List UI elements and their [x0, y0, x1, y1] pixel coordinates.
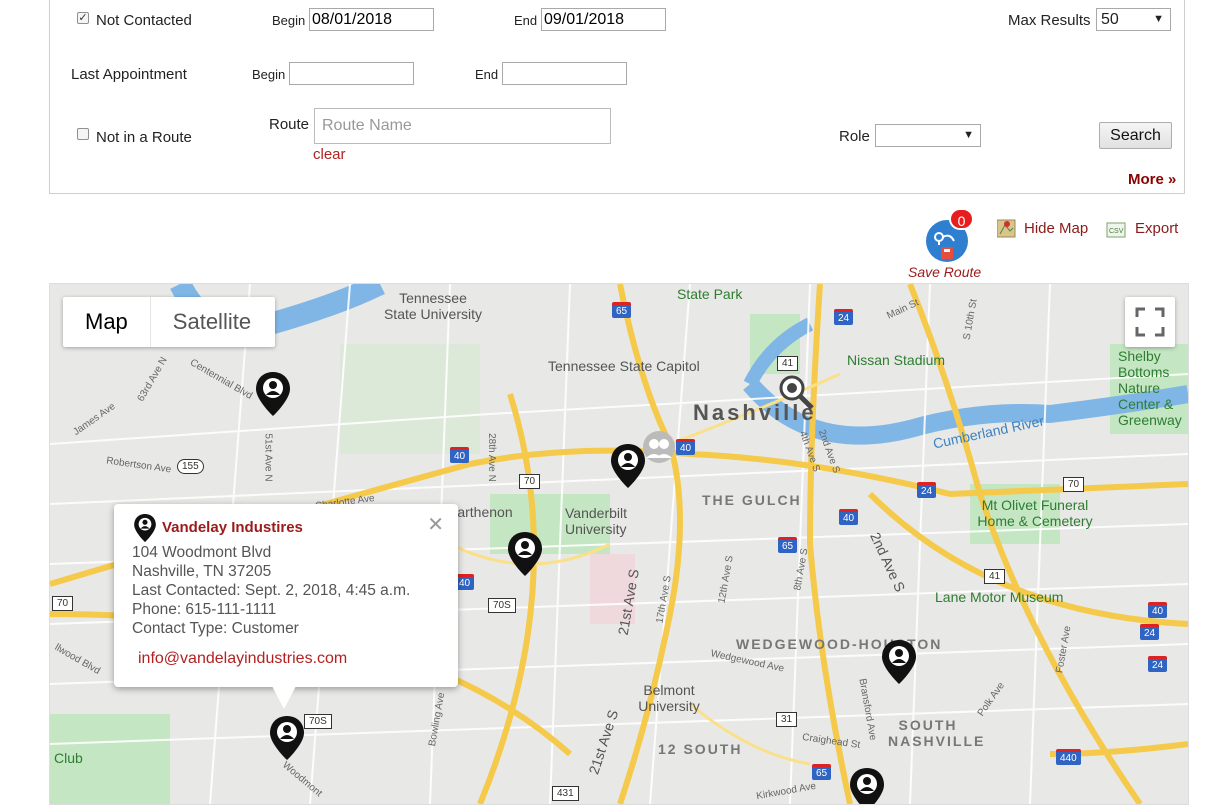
map-label-tsu: Tennessee State University	[383, 290, 483, 322]
info-contact-type: Contact Type: Customer	[132, 620, 299, 637]
shield-i24a: 24	[834, 309, 854, 325]
role-select[interactable]: ▼	[875, 124, 981, 147]
route-count-badge: 0	[949, 208, 974, 230]
more-link[interactable]: More »	[1128, 171, 1176, 188]
svg-text:CSV: CSV	[1109, 228, 1124, 235]
map-label-vanderbilt: Vanderbilt University	[565, 505, 628, 537]
info-last-contacted: Last Contacted: Sept. 2, 2018, 4:45 a.m.	[132, 582, 411, 599]
map-label-gulch: THE GULCH	[702, 492, 802, 508]
route-name-input[interactable]: Route Name	[314, 108, 611, 144]
chevron-down-icon: ▼	[963, 129, 974, 141]
shield-i24c: 24	[1140, 624, 1160, 640]
shield-r70a: 70	[519, 474, 541, 489]
shield-i40b: 40	[676, 439, 696, 455]
map-label-club: Club	[54, 750, 83, 766]
map-label-12south: 12 SOUTH	[658, 741, 743, 757]
not-in-route-checkbox[interactable]	[77, 128, 89, 140]
begin-label: Begin	[272, 13, 306, 28]
shield-i40a: 40	[450, 447, 470, 463]
shield-r41: 41	[777, 356, 799, 371]
shield-i24b: 24	[917, 482, 937, 498]
last-begin-input[interactable]	[289, 62, 414, 85]
satellite-tab[interactable]: Satellite	[151, 297, 273, 347]
hide-map-link[interactable]: Hide Map	[1024, 220, 1088, 237]
customer-pin-icon[interactable]	[256, 372, 290, 416]
map-label-28th: 28th Ave N	[485, 433, 497, 482]
map-label-olivet: Mt Olivet Funeral Home & Cemetery	[977, 497, 1093, 529]
customer-pin-icon[interactable]	[850, 768, 884, 805]
clear-link[interactable]: clear	[313, 146, 346, 163]
shield-i24d: 24	[1148, 656, 1168, 672]
shield-i40c: 40	[839, 509, 859, 525]
map-type-toggle: Map Satellite	[63, 297, 275, 347]
customer-pin-icon	[134, 514, 156, 542]
shield-i440: 440	[1056, 749, 1081, 765]
export-link[interactable]: Export	[1135, 220, 1178, 237]
info-window: Vandelay Industires ✕ 104 Woodmont Blvd …	[114, 504, 458, 709]
last-end-label: End	[475, 67, 499, 82]
map-label-51st: 51st Ave N	[262, 433, 274, 482]
max-results-select[interactable]: 50 ▼	[1096, 8, 1171, 31]
info-address: 104 Woodmont Blvd	[132, 544, 272, 561]
save-route-label[interactable]: Save Route	[908, 264, 981, 280]
shield-i40d: 40	[1148, 602, 1168, 618]
map-label-shelby: Shelby Bottoms Nature Center & Greenway	[1118, 348, 1182, 428]
search-button[interactable]: Search	[1099, 122, 1172, 149]
customer-pin-icon[interactable]	[508, 532, 542, 576]
customer-pin-icon[interactable]	[270, 716, 304, 760]
end-label: End	[514, 13, 538, 28]
search-area-icon[interactable]	[778, 374, 816, 412]
shield-i65c: 65	[812, 764, 832, 780]
close-icon[interactable]: ✕	[427, 512, 444, 537]
info-title[interactable]: Vandelay Industires	[162, 519, 303, 536]
shield-r70s2: 70S	[304, 714, 332, 729]
customer-pin-icon[interactable]	[882, 640, 916, 684]
role-label: Role	[839, 128, 870, 145]
info-city: Nashville, TN 37205	[132, 563, 272, 580]
shield-r31: 31	[776, 712, 798, 727]
shield-r70b: 70	[1063, 477, 1085, 492]
route-count: 0	[957, 213, 966, 229]
customer-pin-icon[interactable]	[611, 444, 645, 488]
last-begin-label: Begin	[252, 67, 286, 82]
map-label-south-nashville: SOUTH NASHVILLE	[888, 717, 986, 749]
shield-r70s: 70S	[488, 598, 516, 613]
map-label-capitol: Tennessee State Capitol	[548, 358, 700, 374]
info-email-link[interactable]: info@vandelayindustries.com	[138, 650, 347, 668]
shield-r41b: 41	[984, 569, 1006, 584]
export-csv-icon: CSV	[1106, 221, 1128, 239]
max-results-label: Max Results	[1008, 12, 1091, 29]
shield-r155: 155	[177, 459, 204, 474]
map-pin-icon	[996, 219, 1016, 238]
route-label: Route	[269, 116, 310, 133]
cluster-icon[interactable]	[640, 430, 678, 464]
fullscreen-button[interactable]	[1125, 297, 1175, 347]
map-label-belmont: Belmont University	[638, 682, 700, 714]
map-tab[interactable]: Map	[63, 297, 151, 347]
last-end-input[interactable]	[502, 62, 627, 85]
fullscreen-icon	[1135, 307, 1165, 337]
map-label-state-park: State Park	[677, 286, 743, 302]
shield-i65b: 65	[778, 537, 798, 553]
shield-i65a: 65	[612, 302, 632, 318]
begin-date-input[interactable]: 08/01/2018	[309, 8, 434, 31]
info-window-tail	[272, 686, 296, 709]
last-appointment-label: Last Appointment	[71, 66, 187, 83]
max-results-value: 50	[1101, 11, 1119, 28]
end-date-input[interactable]: 09/01/2018	[541, 8, 666, 31]
map-view[interactable]: Tennessee State University State Park Te…	[49, 283, 1189, 805]
map-label-nissan: Nissan Stadium	[847, 352, 946, 368]
filter-panel: ✓ Not Contacted Begin 08/01/2018 End 09/…	[49, 0, 1185, 194]
shield-r431: 431	[552, 786, 579, 801]
not-contacted-label: Not Contacted	[96, 12, 192, 29]
shield-r70c: 70	[52, 596, 74, 611]
info-phone: Phone: 615-111-1111	[132, 601, 277, 618]
chevron-down-icon: ▼	[1153, 13, 1164, 25]
map-label-lane: Lane Motor Museum	[935, 589, 1064, 605]
not-in-route-label: Not in a Route	[96, 129, 192, 146]
not-contacted-checkbox[interactable]: ✓	[77, 12, 89, 24]
